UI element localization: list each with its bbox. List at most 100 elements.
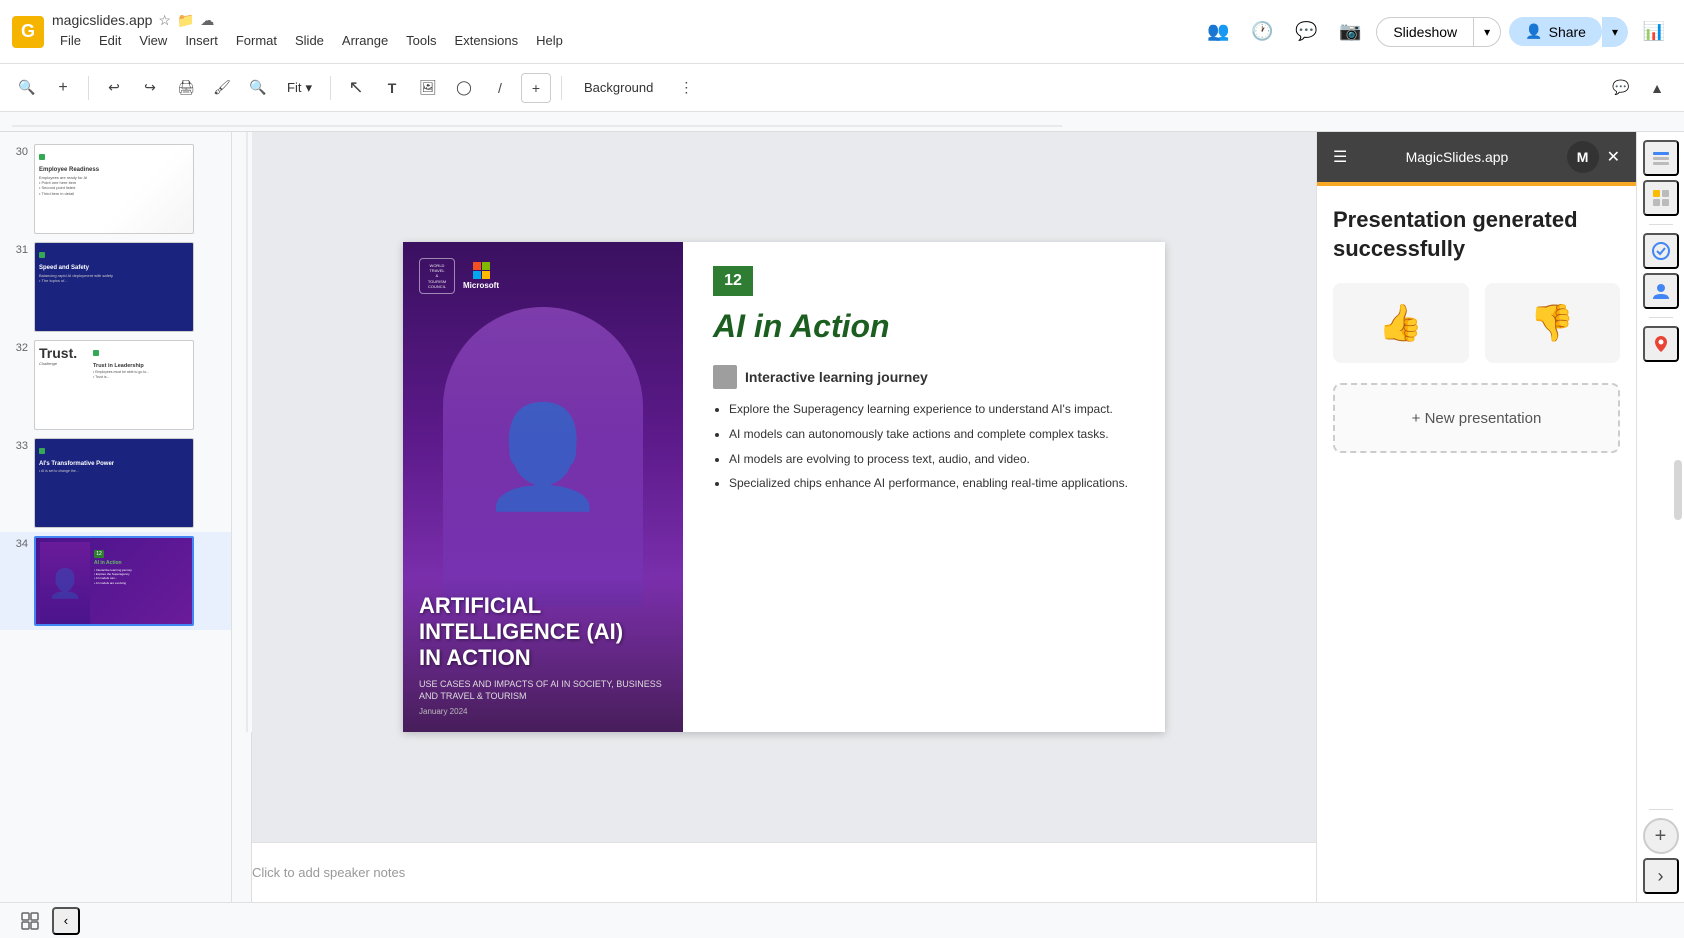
app-logo: G	[12, 16, 44, 48]
bullet-1: Explore the Superagency learning experie…	[729, 401, 1145, 418]
text-btn[interactable]: T	[377, 73, 407, 103]
cloud-icon[interactable]: ☁	[200, 12, 214, 29]
comments-btn[interactable]: 💬	[1288, 14, 1324, 50]
slide-num-33: 33	[8, 438, 28, 452]
ms-red	[473, 262, 481, 270]
zoom-out-btn[interactable]: 🔍	[243, 73, 273, 103]
menu-tools[interactable]: Tools	[398, 29, 444, 52]
print-btn[interactable]: 🖨	[171, 73, 201, 103]
star-icon[interactable]: ☆	[158, 12, 171, 29]
grid-icon	[21, 912, 39, 930]
person-icon	[1651, 281, 1671, 301]
plus-btn[interactable]: +	[521, 73, 551, 103]
toolbar-divider-1	[88, 76, 89, 100]
ms-yellow	[482, 271, 490, 279]
magic-header-icons: M ✕	[1567, 141, 1620, 173]
slide-num-32: 32	[8, 340, 28, 354]
slide-item-30[interactable]: 30 Employee Readiness Employees are read…	[0, 140, 231, 238]
slide-item-32[interactable]: 32 Trust. Challenge Trust in Leadership …	[0, 336, 231, 434]
sidebar-add-btn[interactable]: +	[1643, 818, 1679, 854]
history-btn[interactable]: 🕐	[1244, 14, 1280, 50]
cursor-btn[interactable]: ↖	[341, 73, 371, 103]
location-icon-btn[interactable]	[1643, 326, 1679, 362]
zoom-label: Fit	[287, 80, 301, 95]
ruler-svg	[12, 112, 1062, 131]
thumbs-down-btn[interactable]: 👎	[1485, 283, 1621, 363]
slide-thumb-33: AI's Transformative Power • AI is set to…	[34, 438, 194, 528]
magic-header-title: MagicSlides.app	[1406, 149, 1509, 165]
slide-thumb-31: Speed and Safety Balancing rapid AI depl…	[34, 242, 194, 332]
toolbar: 🔍 + ↩ ↪ 🖨 🖌 🔍 Fit ▾ ↖ T 🖼 ◯ / + Backgrou…	[0, 64, 1684, 112]
slide-number-text: 12	[724, 272, 742, 290]
menu-edit[interactable]: Edit	[91, 29, 129, 52]
slide-left-title: ARTIFICIALINTELLIGENCE (AI)IN ACTION	[419, 593, 667, 672]
menu-format[interactable]: Format	[228, 29, 285, 52]
slideshow-dropdown-btn[interactable]: ▾	[1474, 19, 1500, 45]
panel-collapse-btn[interactable]: ‹	[52, 907, 80, 935]
new-presentation-btn[interactable]: + New presentation	[1333, 383, 1620, 453]
share-btn[interactable]: 👤 Share	[1509, 17, 1602, 46]
speaker-notes-placeholder: Click to add speaker notes	[252, 865, 405, 880]
menu-insert[interactable]: Insert	[177, 29, 226, 52]
menu-arrange[interactable]: Arrange	[334, 29, 396, 52]
folder-icon[interactable]: 📁	[177, 12, 194, 29]
toolbar-divider-3	[561, 76, 562, 100]
world-travel-logo: WORLDTRAVEL&TOURISMCOUNCIL	[419, 258, 455, 294]
speaker-notes[interactable]: Click to add speaker notes	[232, 842, 1316, 902]
collaborators-btn[interactable]: 👥	[1200, 14, 1236, 50]
thumbs-up-btn[interactable]: 👍	[1333, 283, 1469, 363]
add-btn[interactable]: +	[48, 73, 78, 103]
ruler-marks	[0, 112, 1684, 131]
image-btn[interactable]: 🖼	[413, 73, 443, 103]
grid-view-btn[interactable]	[16, 907, 44, 935]
menu-file[interactable]: File	[52, 29, 89, 52]
sidebar-divider-3	[1649, 809, 1673, 810]
zoom-in-btn[interactable]: 🔍	[12, 73, 42, 103]
comments-toolbar-btn[interactable]: 💬	[1606, 73, 1636, 103]
slide-number-box: 12	[713, 266, 753, 296]
collapse-btn[interactable]: ▲	[1642, 73, 1672, 103]
canvas-area: WORLDTRAVEL&TOURISMCOUNCIL Microsoft	[232, 132, 1316, 902]
magic-panel-header: ☰ MagicSlides.app M ✕	[1317, 132, 1636, 182]
more-options-btn[interactable]: ⋮	[671, 73, 701, 103]
slide-num-34: 34	[8, 536, 28, 550]
check-icon-btn[interactable]	[1643, 233, 1679, 269]
menu-bar: File Edit View Insert Format Slide Arran…	[52, 29, 571, 52]
person-icon-btn[interactable]	[1643, 273, 1679, 309]
paint-btn[interactable]: 🖌	[207, 73, 237, 103]
slide-item-31[interactable]: 31 Speed and Safety Balancing rapid AI d…	[0, 238, 231, 336]
app-title-row: magicslides.app ☆ 📁 ☁	[52, 12, 571, 29]
menu-extensions[interactable]: Extensions	[447, 29, 527, 52]
camera-btn[interactable]: 📷	[1332, 14, 1368, 50]
menu-slide[interactable]: Slide	[287, 29, 332, 52]
layers-icon-btn[interactable]	[1643, 140, 1679, 176]
undo-btn[interactable]: ↩	[99, 73, 129, 103]
topbar: G magicslides.app ☆ 📁 ☁ File Edit View I…	[0, 0, 1684, 64]
bullet-3: AI models are evolving to process text, …	[729, 451, 1145, 468]
topbar-right: 👥 🕐 💬 📷 Slideshow ▾ 👤 Share ▾ 📊	[1200, 14, 1672, 50]
new-presentation-label: + New presentation	[1412, 410, 1542, 427]
slide-thumb-32: Trust. Challenge Trust in Leadership • E…	[34, 340, 194, 430]
slide-item-33[interactable]: 33 AI's Transformative Power • AI is set…	[0, 434, 231, 532]
sidebar-divider-2	[1649, 317, 1673, 318]
template-icon-btn[interactable]	[1643, 180, 1679, 216]
check-circle-icon	[1651, 241, 1671, 261]
menu-view[interactable]: View	[131, 29, 175, 52]
slide-logos: WORLDTRAVEL&TOURISMCOUNCIL Microsoft	[419, 258, 499, 294]
background-btn[interactable]: Background	[572, 76, 665, 99]
slideshow-main-btn[interactable]: Slideshow	[1377, 18, 1474, 46]
magic-close-btn[interactable]: ✕	[1607, 147, 1620, 167]
slide-num-30: 30	[8, 144, 28, 158]
share-dropdown-btn[interactable]: ▾	[1602, 17, 1628, 47]
sidebar-expand-btn[interactable]: ›	[1643, 858, 1679, 894]
lines-btn[interactable]: /	[485, 73, 515, 103]
shapes-btn[interactable]: ◯	[449, 73, 479, 103]
charts-btn[interactable]: 📊	[1636, 14, 1672, 50]
hamburger-icon[interactable]: ☰	[1333, 147, 1347, 167]
menu-help[interactable]: Help	[528, 29, 571, 52]
microsoft-logo-group: Microsoft	[463, 262, 499, 290]
slide-item-34[interactable]: 34 👤 12 AI in Action • Interactive learn…	[0, 532, 231, 630]
slide-canvas-wrapper: WORLDTRAVEL&TOURISMCOUNCIL Microsoft	[232, 132, 1316, 842]
zoom-dropdown[interactable]: Fit ▾	[279, 76, 320, 100]
redo-btn[interactable]: ↪	[135, 73, 165, 103]
